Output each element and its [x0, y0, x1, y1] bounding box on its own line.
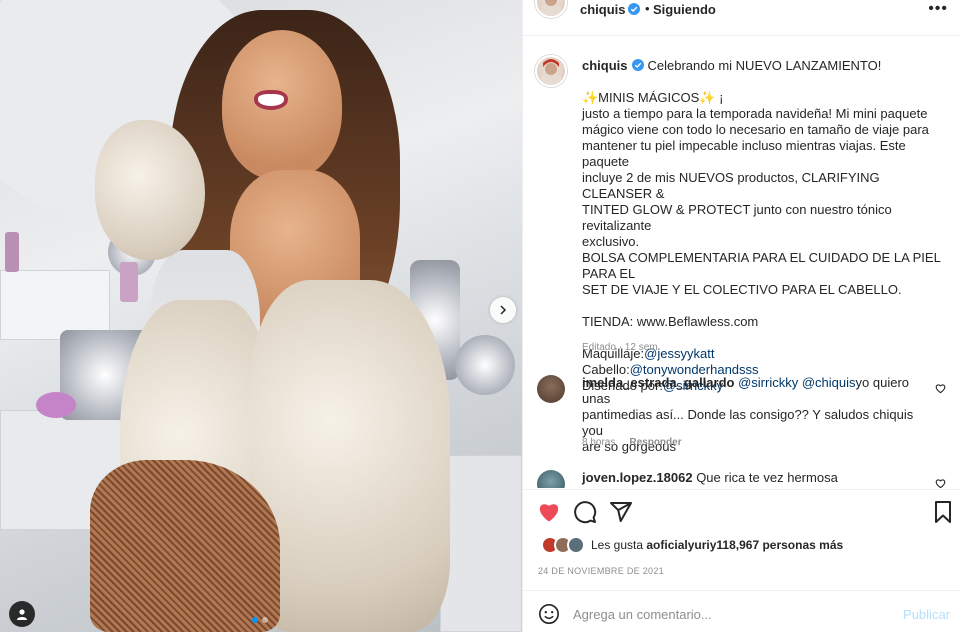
post-media[interactable]	[0, 0, 522, 632]
caption-text: justo a tiempo para la temporada navideñ…	[582, 106, 928, 121]
likes-summary: Les gusta aoficialyuriy118,967 personas …	[541, 536, 843, 554]
heart-icon[interactable]	[537, 500, 561, 524]
liker-avatar	[567, 536, 585, 554]
user-icon	[17, 609, 27, 620]
next-image-button[interactable]	[490, 297, 516, 323]
verified-badge-icon	[631, 59, 644, 71]
avatar-image-icon	[541, 59, 561, 85]
comment-like-icon[interactable]	[935, 478, 946, 488]
comment-meta: 8 horas Responder	[582, 437, 682, 448]
comment-icon[interactable]	[573, 500, 597, 524]
carousel-dot	[262, 617, 268, 623]
comment-body: pantimedias así... Donde las consigo?? Y…	[582, 407, 914, 438]
commenter-username[interactable]: imelda_estrada_gallardo	[582, 375, 734, 390]
author-avatar[interactable]	[535, 0, 567, 18]
caption-line: SET DE VIAJE Y EL COLECTIVO PARA EL CABE…	[582, 282, 952, 298]
gift-box	[440, 455, 522, 632]
comment-body: Que rica te vez hermosa	[696, 470, 838, 485]
liker-username[interactable]: aoficialyuriy	[646, 538, 716, 552]
commenter-avatar[interactable]	[537, 470, 565, 488]
caption-text: TINTED GLOW & PROTECT junto con nuestro …	[582, 202, 892, 233]
instagram-post: chiquis • Siguiendo ••• chiquis Celebrand…	[0, 0, 960, 632]
post-date[interactable]: 24 DE NOVIEMBRE DE 2021	[538, 566, 664, 576]
caption-line: TIENDA: www.Beflawless.com	[582, 314, 952, 330]
following-button[interactable]: Siguiendo	[653, 2, 716, 17]
caption-line: ✨MINIS MÁGICOS✨ ¡	[582, 90, 952, 106]
likes-prefix: Les gusta	[591, 538, 647, 552]
caption-line: justo a tiempo para la temporada navideñ…	[582, 106, 952, 122]
header-separator: •	[645, 1, 650, 16]
comment-mention[interactable]: @sirrickky	[738, 375, 798, 390]
caption-line: chiquis Celebrando mi NUEVO LANZAMIENTO!	[582, 58, 952, 74]
share-icon[interactable]	[609, 500, 633, 524]
post-side-panel: chiquis • Siguiendo ••• chiquis Celebrand…	[522, 0, 960, 632]
comment-like-icon[interactable]	[935, 383, 946, 394]
caption-text: BOLSA COMPLEMENTARIA PARA EL CUIDADO DE …	[582, 250, 941, 281]
carousel-dot	[252, 617, 258, 623]
comment-time: 8 horas	[582, 437, 616, 448]
caption-text: TIENDA: www.Beflawless.com	[582, 314, 759, 329]
likes-text[interactable]: Les gusta aoficialyuriy118,967 personas …	[591, 538, 843, 552]
smile	[254, 90, 288, 110]
author-username[interactable]: chiquis	[580, 2, 626, 17]
verified-badge-icon	[628, 3, 640, 15]
caption-text: SET DE VIAJE Y EL COLECTIVO PARA EL CABE…	[582, 282, 902, 297]
caption-text: ✨MINIS MÁGICOS✨ ¡	[582, 90, 724, 105]
caption-author-avatar[interactable]	[535, 55, 567, 87]
emoji-icon[interactable]	[538, 603, 560, 625]
ornament	[455, 335, 515, 395]
publish-button[interactable]: Publicar	[903, 607, 950, 622]
caption-meta: Editado · 12 sem	[582, 342, 658, 353]
comment-text: joven.lopez.18062 Que rica te vez hermos…	[582, 470, 932, 486]
carousel-indicator	[252, 617, 268, 623]
likes-count[interactable]: 118,967 personas más	[716, 538, 843, 552]
avatar-image-icon	[541, 0, 561, 16]
chevron-right-icon	[500, 305, 507, 315]
composer-divider	[523, 590, 960, 591]
commenter-username[interactable]: joven.lopez.18062	[582, 470, 693, 485]
caption-line: exclusivo.	[582, 234, 952, 250]
caption-username[interactable]: chiquis	[582, 58, 628, 73]
product-bottle	[5, 232, 19, 272]
product-bottle	[120, 262, 138, 302]
caption-text: incluye 2 de mis NUEVOS productos, CLARI…	[582, 170, 880, 201]
caption-text: exclusivo.	[582, 234, 640, 249]
tagged-users-button[interactable]	[9, 601, 35, 627]
bow-decoration	[36, 392, 76, 418]
caption-line: mantener tu piel impecable incluso mient…	[582, 138, 952, 170]
caption-line: TINTED GLOW & PROTECT junto con nuestro …	[582, 202, 952, 234]
caption-text: mágico viene con todo lo necesario en ta…	[582, 122, 929, 137]
caption-text: Celebrando mi NUEVO LANZAMIENTO!	[647, 58, 882, 73]
commenter-avatar[interactable]	[537, 375, 565, 403]
caption-line: incluye 2 de mis NUEVOS productos, CLARI…	[582, 170, 952, 202]
fur-coat	[250, 280, 450, 632]
comment-mention[interactable]: @chiquis	[802, 375, 856, 390]
comments-section[interactable]: chiquis Celebrando mi NUEVO LANZAMIENTO! ✨…	[523, 36, 960, 488]
caption-line: BOLSA COMPLEMENTARIA PARA EL CUIDADO DE …	[582, 250, 952, 282]
bookmark-icon[interactable]	[931, 500, 955, 524]
caption-text: mantener tu piel impecable incluso mient…	[582, 138, 906, 169]
reply-button[interactable]: Responder	[629, 437, 681, 448]
caption-line: mágico viene con todo lo necesario en ta…	[582, 122, 952, 138]
actions-divider	[523, 489, 960, 490]
stockings	[90, 460, 280, 632]
more-options-icon[interactable]: •••	[928, 0, 948, 18]
comment-input[interactable]	[573, 603, 893, 625]
fur-stole	[95, 120, 205, 260]
